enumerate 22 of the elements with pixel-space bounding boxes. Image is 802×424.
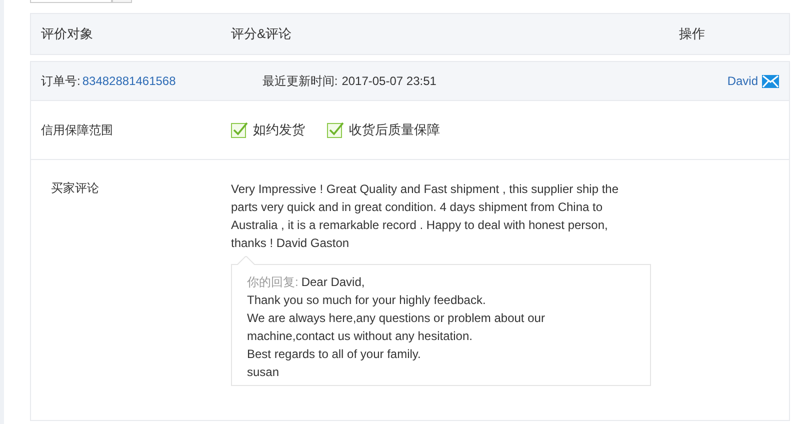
reply-line: We are always here,any questions or problem about our machine,contact us without any hesitation.	[247, 311, 545, 343]
updated-label: 最近更新时间:	[262, 72, 338, 90]
input-field[interactable]	[30, 0, 112, 3]
column-header: 操作	[679, 25, 706, 43]
order-label: 订单号:	[41, 72, 80, 90]
reply-label: 你的回复:	[247, 275, 298, 289]
mail-icon[interactable]	[762, 74, 779, 88]
buyer-link[interactable]: David	[727, 74, 758, 88]
guarantee-item: 收货后质量保障	[349, 121, 440, 139]
column-header: 评价对象	[40, 25, 94, 43]
comment-label: 买家评论	[51, 180, 100, 197]
column-header: 评分&评论	[231, 25, 293, 43]
updated-time: 2017-05-07 23:51	[342, 74, 436, 88]
reply-line: Dear David,	[301, 275, 365, 289]
field-button[interactable]	[112, 0, 132, 3]
reply-line: susan	[247, 365, 280, 379]
guarantee-item: 如约发货	[253, 121, 305, 139]
order-number-link[interactable]: 83482881461568	[82, 74, 262, 88]
guarantee-label: 信用保障范围	[41, 122, 114, 138]
review-text: Very Impressive ! Great Quality and Fast shipment , this supplier ship the parts very quick and in great condition. 4 days shipment from China to Australia , it is a remarkable record . Happy to deal with honest person, thanks ! David Gaston	[231, 181, 620, 252]
reply-line: Best regards to all of your family.	[247, 347, 421, 361]
reply-line: Thank you so much for your highly feedback.	[247, 293, 486, 307]
